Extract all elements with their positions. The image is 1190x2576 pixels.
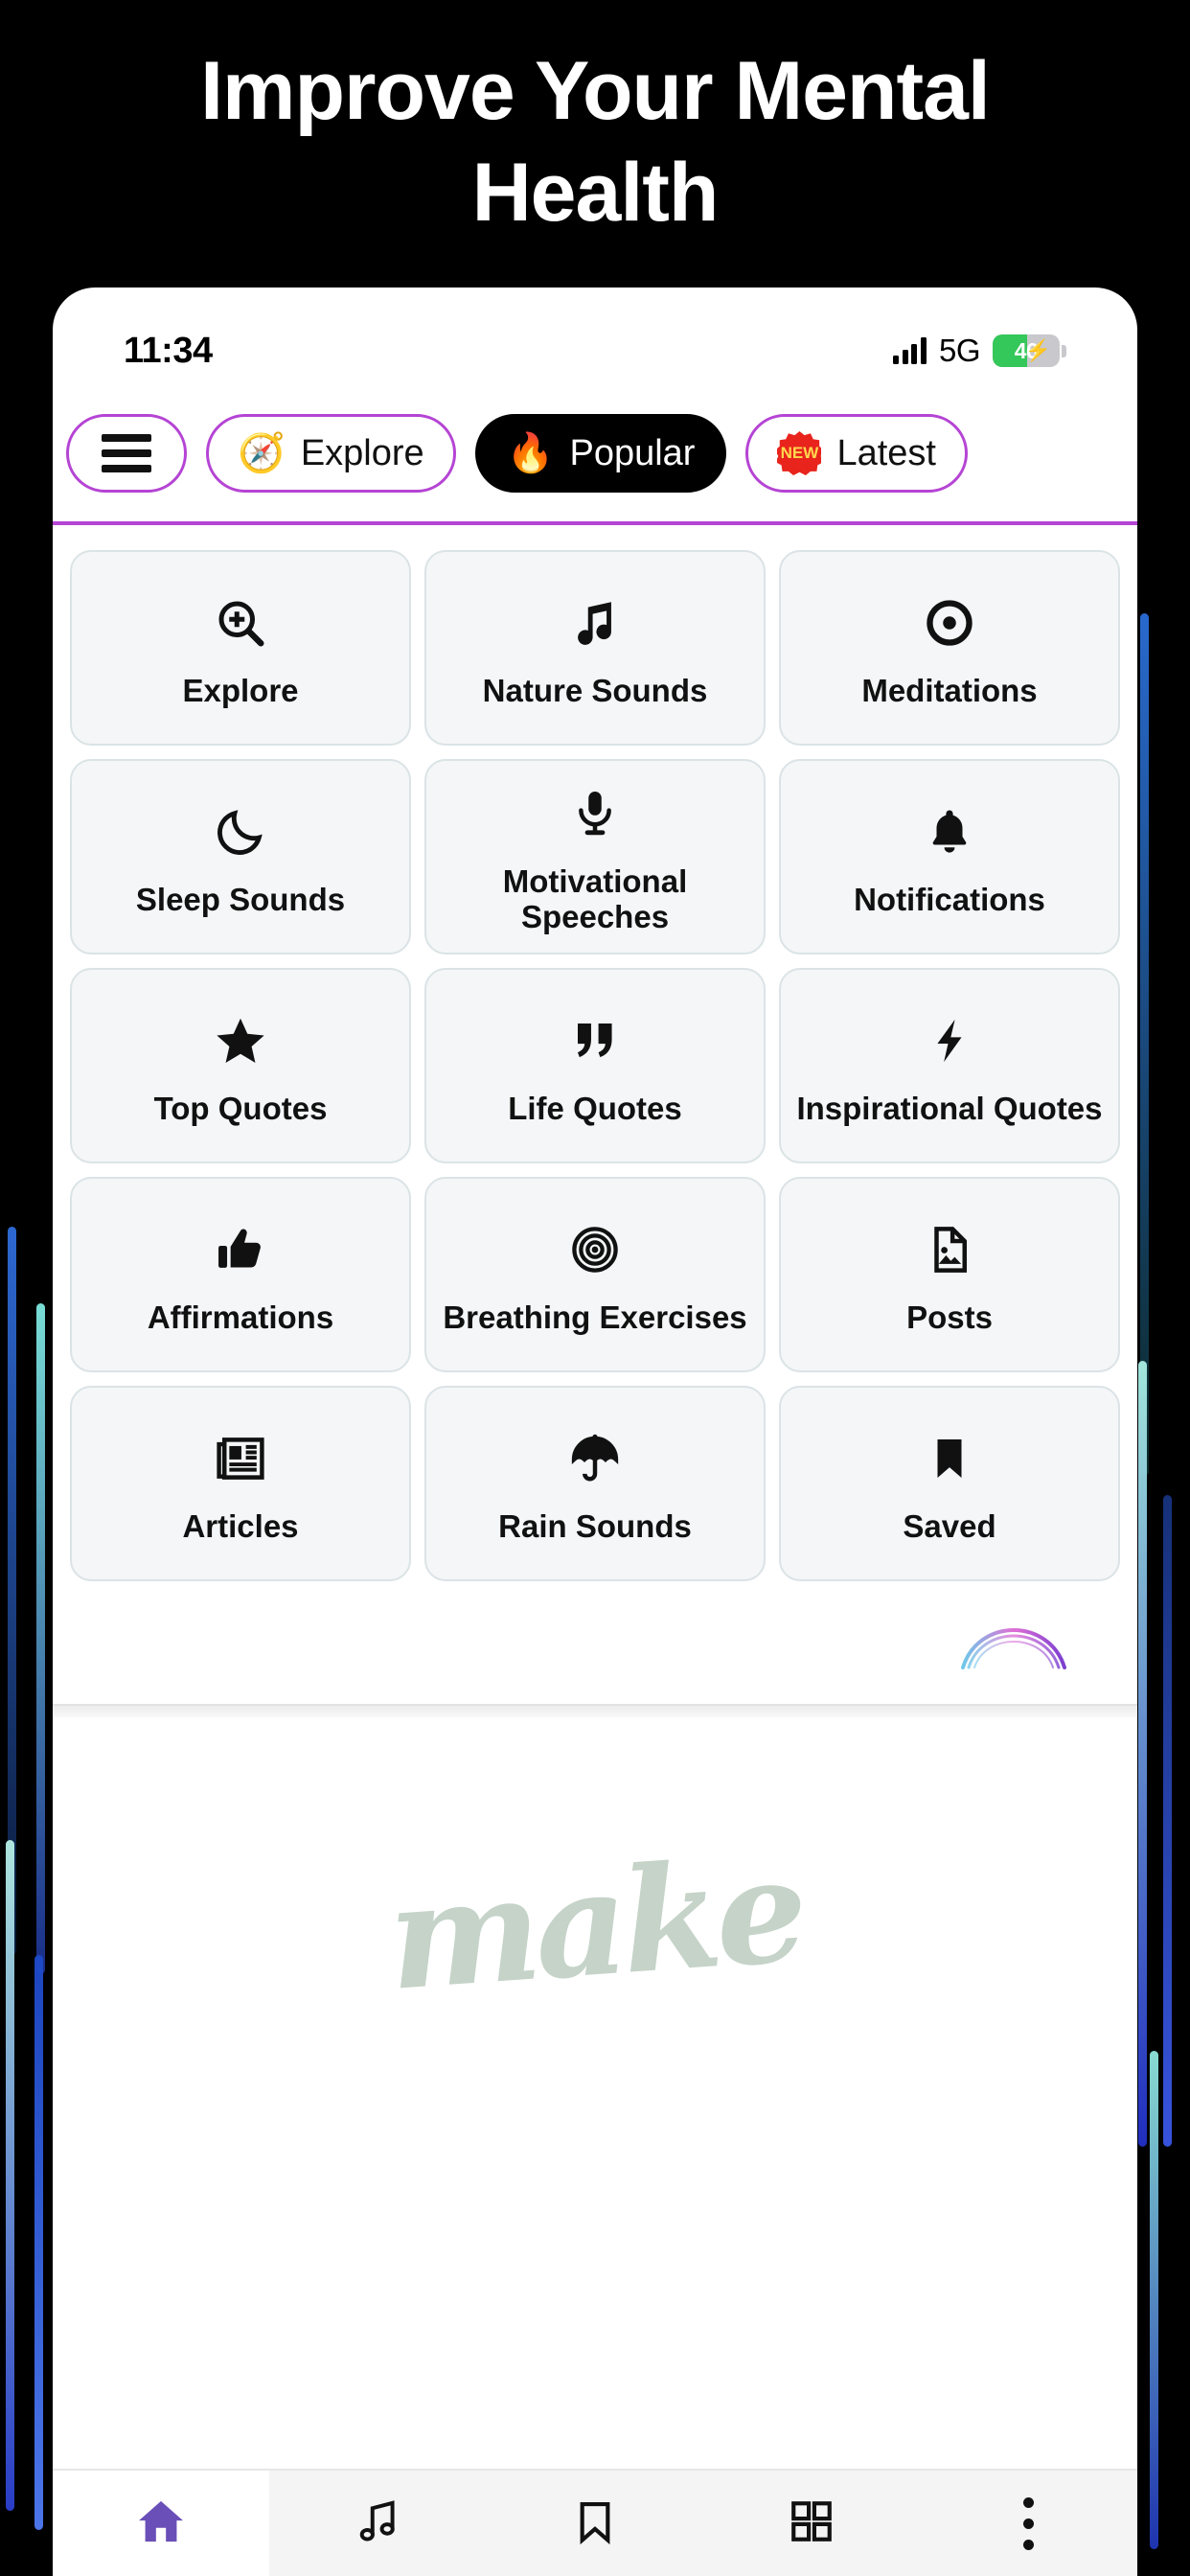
- decorative-streak: [1138, 1361, 1147, 2147]
- bookmark-icon: [571, 2497, 619, 2550]
- tile-label: Affirmations: [147, 1299, 334, 1335]
- more-vertical-icon: [1023, 2496, 1035, 2550]
- tile-explore[interactable]: Explore: [70, 550, 411, 746]
- target-dot-icon: [922, 587, 977, 658]
- page-title-line-2: Health: [471, 147, 720, 239]
- make-watermark: make: [382, 1826, 808, 2023]
- tile-rain-sounds[interactable]: Rain Sounds: [424, 1386, 766, 1581]
- decorative-streak: [1150, 2051, 1158, 2549]
- phone-mockup: 11:34 5G 46 ⚡ 🧭 Explore 🔥 Popular NEW La…: [53, 288, 1137, 2576]
- tile-label: Sleep Sounds: [135, 881, 346, 917]
- star-icon: [213, 1005, 268, 1076]
- tile-label: Top Quotes: [153, 1090, 328, 1126]
- tile-notifications[interactable]: Notifications: [779, 759, 1120, 954]
- decorative-streak: [1140, 613, 1149, 1476]
- newspaper-icon: [214, 1423, 267, 1494]
- decorative-streak: [36, 1303, 45, 1974]
- battery-tip: [1062, 344, 1066, 357]
- category-grid: Explore Nature Sounds Meditations Sleep …: [53, 525, 1137, 1581]
- status-bar: 11:34 5G 46 ⚡: [53, 288, 1137, 387]
- grid-icon: [788, 2497, 835, 2550]
- cellular-bars-icon: [893, 337, 927, 364]
- tile-label: Explore: [182, 672, 299, 708]
- bell-icon: [924, 796, 975, 867]
- lightning-bolt-icon: [925, 1005, 974, 1076]
- tile-label: Life Quotes: [508, 1090, 682, 1126]
- tile-inspirational-quotes[interactable]: Inspirational Quotes: [779, 968, 1120, 1163]
- hamburger-menu-button[interactable]: [66, 414, 187, 493]
- page-title: Improve Your Mental Health: [0, 50, 1190, 234]
- nav-home[interactable]: [53, 2471, 270, 2576]
- home-icon: [135, 2496, 187, 2552]
- music-note-icon: [567, 587, 623, 658]
- status-indicators: 5G 46 ⚡: [893, 333, 1066, 369]
- tile-label: Saved: [903, 1507, 996, 1544]
- nav-saved[interactable]: [487, 2471, 703, 2576]
- tile-label: Notifications: [854, 881, 1045, 917]
- watermark-area: make: [53, 1717, 1137, 2048]
- tab-popular-label: Popular: [569, 432, 696, 473]
- quote-marks-icon: [569, 1005, 621, 1076]
- tab-latest[interactable]: NEW Latest: [745, 414, 968, 493]
- section-divider: [53, 1704, 1137, 1717]
- tile-label: Meditations: [861, 672, 1038, 708]
- tile-label: Nature Sounds: [482, 672, 708, 708]
- tile-label: Articles: [182, 1507, 299, 1544]
- tile-posts[interactable]: Posts: [779, 1177, 1120, 1372]
- status-clock: 11:34: [124, 330, 213, 371]
- page-title-line-1: Improve Your Mental: [200, 45, 991, 137]
- nav-categories[interactable]: [703, 2471, 920, 2576]
- tile-top-quotes[interactable]: Top Quotes: [70, 968, 411, 1163]
- tile-label: Motivational Speeches: [502, 863, 688, 934]
- tile-life-quotes[interactable]: Life Quotes: [424, 968, 766, 1163]
- tab-latest-label: Latest: [836, 432, 936, 473]
- tab-explore-label: Explore: [300, 432, 424, 473]
- decorative-streak: [1163, 1495, 1172, 2147]
- tile-breathing-exercises[interactable]: Breathing Exercises: [424, 1177, 766, 1372]
- tile-label: Posts: [906, 1299, 993, 1335]
- decorative-arc-area: [53, 1581, 1137, 1694]
- new-badge-icon: NEW: [777, 431, 822, 475]
- zoom-in-magnifier-icon: [212, 587, 269, 658]
- network-type-label: 5G: [938, 333, 981, 368]
- decorative-streak: [6, 1840, 14, 2511]
- bookmark-icon: [926, 1423, 973, 1494]
- battery-indicator: 46 ⚡: [993, 334, 1066, 367]
- tile-affirmations[interactable]: Affirmations: [70, 1177, 411, 1372]
- tile-nature-sounds[interactable]: Nature Sounds: [424, 550, 766, 746]
- hamburger-menu-icon: [102, 434, 151, 472]
- gradient-arc-icon: [961, 1628, 1066, 1669]
- tile-label: Inspirational Quotes: [796, 1090, 1103, 1126]
- charging-bolt-icon: ⚡: [1024, 338, 1051, 362]
- decorative-streak: [34, 1955, 43, 2530]
- category-tab-bar[interactable]: 🧭 Explore 🔥 Popular NEW Latest: [53, 387, 1137, 521]
- screenshot-root: Improve Your Mental Health 11:34 5G 46 ⚡: [0, 0, 1190, 2576]
- nav-more[interactable]: [921, 2471, 1137, 2576]
- battery-icon: 46 ⚡: [993, 334, 1060, 367]
- tile-motivational-speeches[interactable]: Motivational Speeches: [424, 759, 766, 954]
- concentric-circles-icon: [569, 1214, 621, 1285]
- fire-icon: 🔥: [506, 432, 555, 474]
- compass-icon: 🧭: [238, 432, 286, 474]
- microphone-icon: [569, 778, 621, 849]
- image-file-icon: [924, 1214, 975, 1285]
- tile-label: Rain Sounds: [498, 1507, 692, 1544]
- umbrella-icon: [568, 1423, 622, 1494]
- tile-meditations[interactable]: Meditations: [779, 550, 1120, 746]
- tile-saved[interactable]: Saved: [779, 1386, 1120, 1581]
- tab-popular[interactable]: 🔥 Popular: [474, 414, 727, 493]
- tile-sleep-sounds[interactable]: Sleep Sounds: [70, 759, 411, 954]
- nav-sounds[interactable]: [269, 2471, 486, 2576]
- tile-articles[interactable]: Articles: [70, 1386, 411, 1581]
- music-note-icon: [355, 2497, 402, 2550]
- tile-label: Breathing Exercises: [443, 1299, 747, 1335]
- thumbs-up-icon: [215, 1214, 266, 1285]
- bottom-navigation-bar[interactable]: [53, 2469, 1137, 2576]
- crescent-moon-icon: [213, 796, 268, 867]
- tab-explore[interactable]: 🧭 Explore: [206, 414, 456, 493]
